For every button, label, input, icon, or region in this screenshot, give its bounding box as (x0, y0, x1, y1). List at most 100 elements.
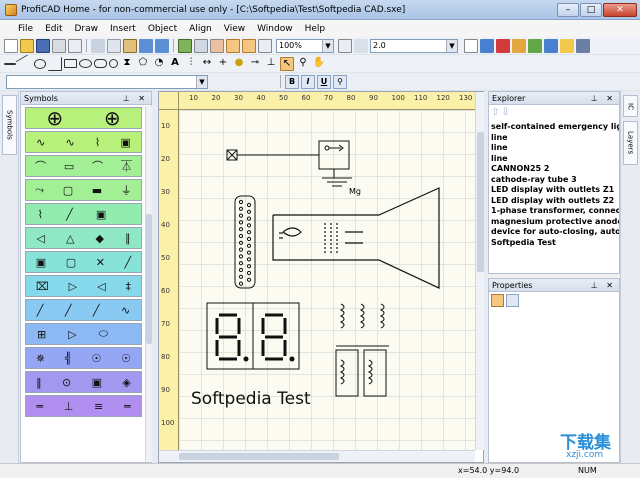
explorer-item[interactable]: cathode-ray tube 3 (491, 175, 619, 186)
symbol-item[interactable]: ▢ (63, 184, 73, 197)
canvas-vertical-scrollbar[interactable] (475, 92, 484, 450)
explorer-item[interactable]: 1-phase transformer, connecti (491, 206, 619, 217)
symbol-item[interactable]: ⬭ (99, 327, 108, 341)
menu-view[interactable]: View (218, 24, 251, 34)
link-tool-icon[interactable]: ⊸ (248, 57, 262, 71)
zoom-in-icon[interactable] (258, 38, 272, 53)
pie-tool-icon[interactable]: ◔ (152, 57, 166, 71)
open-folder-icon[interactable] (20, 38, 34, 53)
emergency-light-symbol[interactable] (226, 149, 319, 161)
symbol-item[interactable]: ╣ (65, 352, 72, 365)
dimension-tool-icon[interactable]: ↔ (200, 57, 214, 71)
arrow-down-icon[interactable]: ⇩ (501, 107, 509, 121)
canvas-horizontal-scrollbar[interactable] (159, 450, 475, 462)
explorer-item[interactable]: line (491, 143, 619, 154)
terminal-tool-icon[interactable]: ⊥ (264, 57, 278, 71)
symbol-item[interactable]: ⏄ (121, 158, 132, 174)
magnesium-anode-symbol[interactable] (318, 140, 352, 187)
menu-align[interactable]: Align (183, 24, 218, 34)
rectangle-tool-icon[interactable] (64, 59, 77, 68)
symbol-item[interactable]: ⊙ (62, 376, 71, 389)
page-setup-icon[interactable] (210, 38, 224, 53)
pin-close-icon[interactable]: ⊥ ✕ (591, 281, 616, 290)
symbol-item[interactable]: ⌧ (36, 280, 49, 293)
pin-close-icon[interactable]: ⊥ ✕ (123, 94, 148, 103)
hourglass-tool-icon[interactable]: ⧗ (120, 57, 134, 71)
symbol-item[interactable]: ⌇ (95, 136, 100, 149)
explorer-item[interactable]: CANNON25 2 (491, 164, 619, 175)
symbol-item[interactable]: ≡ (94, 400, 103, 413)
explorer-item[interactable]: LED display with outlets Z2 (491, 196, 619, 207)
symbols-scrollbar[interactable] (145, 106, 152, 462)
menu-object[interactable]: Object (142, 24, 183, 34)
symbol-item[interactable]: ◁ (97, 280, 105, 293)
explorer-item[interactable]: line (491, 154, 619, 165)
pan-tool-icon[interactable]: ✋ (312, 57, 326, 71)
explorer-item[interactable]: self-contained emergency ligh (491, 122, 619, 133)
picture-icon[interactable] (178, 38, 192, 53)
explorer-item[interactable]: magnesium protective anode 1 (491, 217, 619, 228)
symbol-item[interactable]: ▬ (92, 184, 102, 197)
symbol-item[interactable]: ◆ (95, 232, 103, 245)
sort-alpha-icon[interactable] (506, 294, 519, 307)
led-display-z2[interactable] (252, 302, 300, 370)
italic-button[interactable]: I (301, 74, 315, 89)
pin-close-icon[interactable]: ⊥ ✕ (591, 94, 616, 103)
symbol-item[interactable]: △ (66, 232, 74, 245)
menu-insert[interactable]: Insert (104, 24, 142, 34)
zoom-tool-icon[interactable]: ⚲ (296, 57, 310, 71)
scroll-thumb[interactable] (477, 132, 484, 272)
maximize-button[interactable]: □ (580, 2, 602, 17)
symbol-item[interactable]: ∥ (125, 232, 131, 245)
led-display-z1[interactable] (206, 302, 254, 370)
new-file-icon[interactable] (4, 38, 18, 53)
arrow-up-icon[interactable]: ⇧ (491, 107, 499, 121)
symbol-item[interactable]: ╱ (93, 304, 100, 317)
symbol-item[interactable]: ▣ (36, 256, 46, 269)
symbol-item[interactable]: ∿ (66, 136, 75, 149)
symbol-item[interactable]: ⏚ (121, 182, 132, 198)
explorer-item[interactable]: Softpedia Test (491, 238, 619, 249)
symbol-item[interactable]: ◁ (37, 232, 45, 245)
symbol-item[interactable]: ✕ (96, 256, 105, 269)
explorer-item[interactable]: device for auto-closing, auto-c (491, 227, 619, 238)
text-tool-icon[interactable]: A (168, 57, 182, 71)
symbol-item[interactable]: ‖ (36, 376, 42, 389)
menu-file[interactable]: File (12, 24, 39, 34)
transformer-symbol[interactable] (335, 303, 389, 397)
grid-icon[interactable] (480, 38, 494, 53)
redo-icon[interactable] (155, 38, 169, 53)
style-select[interactable]: ▼ (6, 74, 208, 89)
symbol-item[interactable]: ⌇ (38, 208, 43, 221)
underline-button[interactable]: U (317, 74, 331, 89)
arc-tool-icon[interactable] (34, 58, 46, 69)
layers-icon[interactable] (512, 38, 526, 53)
symbol-item[interactable]: ☉ (121, 352, 131, 365)
paste-icon[interactable] (123, 38, 137, 53)
drawing-caption[interactable]: Softpedia Test (191, 389, 311, 409)
symbol-item[interactable]: ▭ (64, 160, 74, 173)
symbol-item[interactable]: ⊥ (64, 400, 74, 413)
tab-symbols[interactable]: Symbols (2, 95, 17, 155)
hand-tool-icon[interactable] (226, 38, 240, 53)
bom-icon[interactable] (528, 38, 542, 53)
symbol-item[interactable]: ⌒ (92, 158, 103, 174)
export-icon[interactable] (576, 38, 590, 53)
drawing-canvas[interactable]: Mg Softpedia Test (179, 110, 475, 450)
symbol-item[interactable]: ▣ (92, 376, 102, 389)
ellipse-tool-icon[interactable] (79, 59, 92, 68)
polyline-tool-icon[interactable] (15, 53, 35, 74)
minimize-button[interactable]: – (557, 2, 579, 17)
numbering-icon[interactable] (544, 38, 558, 53)
bold-button[interactable]: B (285, 74, 299, 89)
symbol-item[interactable]: ═ (36, 400, 43, 413)
print-preview-icon[interactable] (68, 38, 82, 53)
symbol-item[interactable]: ⤳ (35, 183, 44, 197)
scroll-thumb[interactable] (179, 453, 339, 460)
pointer-tool-icon[interactable]: ↖ (280, 56, 294, 71)
symbol-item[interactable]: ╱ (66, 208, 73, 221)
save-icon[interactable] (36, 38, 50, 53)
curve-tool-icon[interactable] (48, 56, 62, 71)
zoom-area-icon[interactable] (242, 38, 256, 53)
symbol-item[interactable]: ▣ (96, 208, 106, 221)
